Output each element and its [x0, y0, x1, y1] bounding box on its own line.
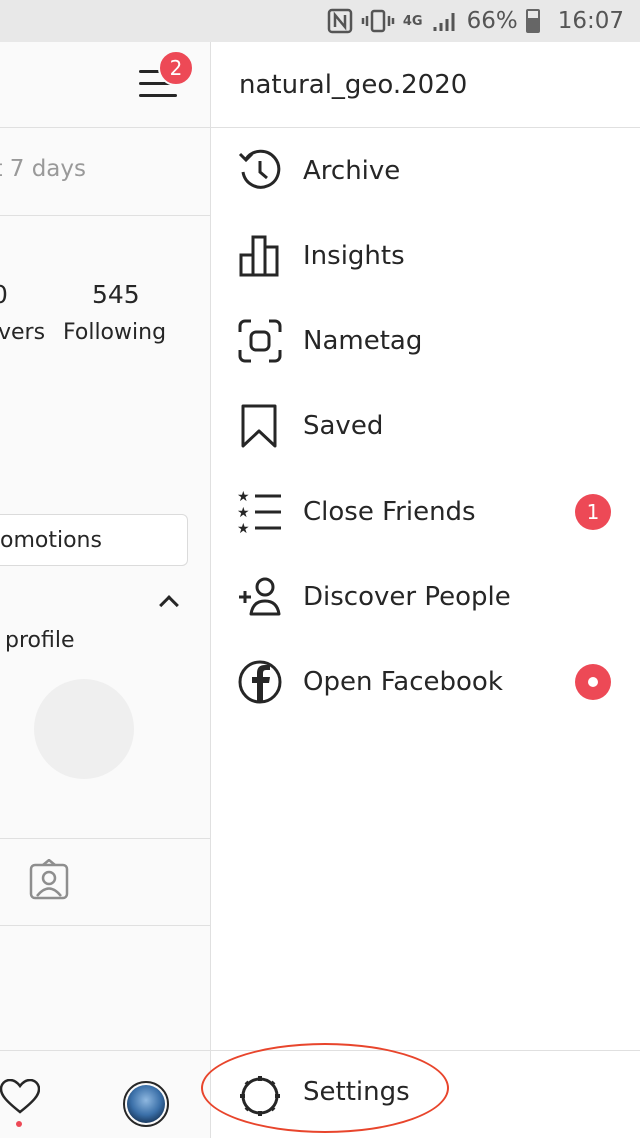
add-person-icon	[239, 577, 281, 615]
drawer-footer: Settings	[201, 1043, 640, 1138]
insights-banner[interactable]: t 7 days	[0, 128, 210, 216]
svg-text:★: ★	[237, 489, 250, 505]
profile-avatar[interactable]	[123, 1081, 169, 1127]
profile-text: profile	[5, 628, 75, 653]
profile-tabs	[0, 838, 210, 926]
notification-badge: 2	[158, 50, 194, 86]
archive-icon	[238, 149, 281, 189]
menu-item-insights[interactable]: Insights	[211, 213, 640, 298]
svg-text:★: ★	[237, 505, 250, 521]
gear-icon[interactable]	[237, 1073, 283, 1119]
suggested-profile-placeholder	[34, 679, 134, 779]
menu-item-archive[interactable]: Archive	[211, 128, 640, 213]
status-bar: 4G 66% 16:07	[0, 0, 640, 42]
clock: 16:07	[557, 8, 624, 34]
facebook-notification-badge	[575, 663, 611, 700]
side-drawer: natural_geo.2020 Archive Insights Nameta…	[201, 42, 640, 1138]
menu-label: Open Facebook	[303, 666, 503, 697]
activity-dot	[16, 1121, 22, 1127]
chevron-up-icon[interactable]	[159, 595, 179, 615]
battery-icon	[525, 9, 540, 33]
menu-item-close-friends[interactable]: ★ ★ ★ Close Friends 1	[211, 469, 640, 554]
signal-icon	[431, 9, 459, 33]
menu-item-discover-people[interactable]: Discover People	[211, 554, 640, 639]
bookmark-icon	[241, 404, 277, 447]
bottom-nav	[0, 1050, 210, 1138]
network-type: 4G	[402, 13, 423, 29]
promotions-button[interactable]: omotions	[0, 514, 188, 566]
drawer-username: natural_geo.2020	[211, 42, 640, 128]
menu-item-open-facebook[interactable]: Open Facebook	[211, 639, 640, 724]
menu-label: Close Friends	[303, 496, 476, 527]
following-count: 545	[92, 280, 140, 309]
followers-count: 0	[0, 280, 8, 309]
menu-label: Archive	[303, 155, 401, 186]
menu-label: Nametag	[303, 325, 423, 356]
nametag-icon	[238, 319, 282, 362]
profile-header: 2	[0, 42, 210, 128]
settings-button[interactable]: Settings	[303, 1077, 410, 1107]
menu-label: Saved	[303, 410, 384, 441]
battery-percent: 66%	[466, 8, 518, 34]
promotions-label: omotions	[0, 527, 102, 553]
facebook-icon	[238, 660, 282, 703]
profile-background[interactable]: 2 t 7 days 0 vers 545 Following omotions…	[0, 42, 211, 1138]
username: natural_geo.2020	[239, 69, 468, 100]
insights-icon	[239, 235, 279, 276]
heart-icon[interactable]	[0, 1079, 40, 1115]
close-friends-badge: 1	[575, 493, 611, 530]
tagged-photos-icon[interactable]	[28, 859, 70, 901]
nfc-icon	[327, 8, 353, 34]
menu-label: Discover People	[303, 581, 511, 612]
close-friends-icon: ★ ★ ★	[237, 489, 281, 535]
menu-item-nametag[interactable]: Nametag	[211, 298, 640, 383]
days-text: t 7 days	[0, 156, 86, 182]
svg-text:★: ★	[237, 521, 250, 535]
menu-item-saved[interactable]: Saved	[211, 383, 640, 468]
following-label[interactable]: Following	[63, 320, 166, 345]
followers-label[interactable]: vers	[0, 320, 45, 345]
menu-label: Insights	[303, 240, 405, 271]
vibrate-icon	[361, 8, 395, 34]
